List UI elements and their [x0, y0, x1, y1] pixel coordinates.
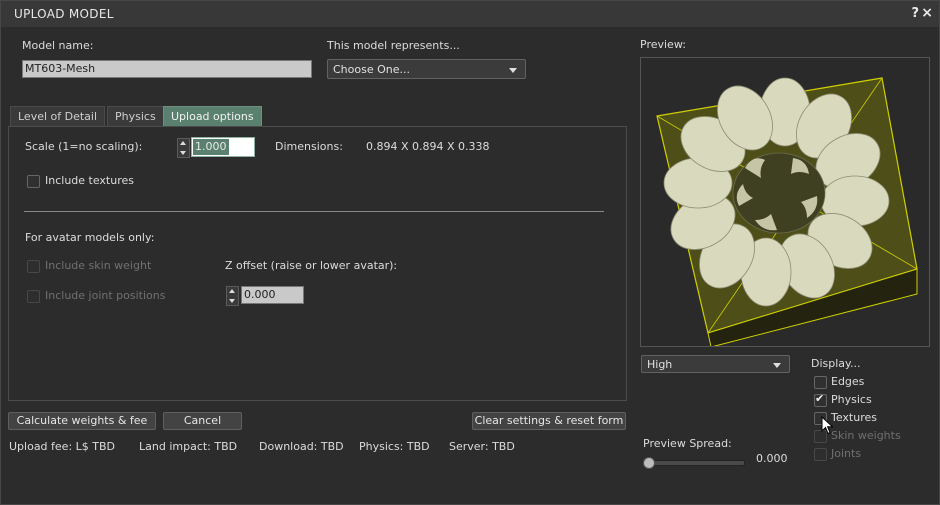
upload-fee-text: Upload fee: L$ TBD	[9, 440, 116, 453]
include-skin-weight-checkbox[interactable]	[27, 260, 40, 273]
edges-label: Edges	[831, 375, 865, 388]
window-title: UPLOAD MODEL	[14, 7, 114, 21]
include-textures-checkbox[interactable]	[27, 175, 40, 188]
spin-down-icon	[180, 151, 186, 155]
physics-cost-text: Physics: TBD	[359, 440, 430, 453]
preview-spread-track[interactable]	[647, 460, 745, 466]
tab-level-of-detail[interactable]: Level of Detail	[10, 106, 106, 126]
mouse-cursor-icon	[821, 416, 834, 435]
include-skin-weight-label: Include skin weight	[45, 259, 152, 272]
scale-input[interactable]: 1.000	[191, 137, 255, 157]
z-offset-label: Z offset (raise or lower avatar):	[225, 259, 398, 272]
lod-dropdown[interactable]: High	[641, 355, 790, 373]
represents-dropdown[interactable]: Choose One...	[327, 59, 526, 79]
spin-up-icon	[229, 289, 235, 293]
download-text: Download: TBD	[259, 440, 344, 453]
cancel-button[interactable]: Cancel	[163, 412, 242, 430]
include-joint-positions-label: Include joint positions	[45, 289, 166, 302]
textures-label: Textures	[831, 411, 877, 424]
include-textures-label: Include textures	[45, 174, 134, 187]
represents-label: This model represents...	[327, 39, 460, 52]
scale-value: 1.000	[193, 139, 229, 155]
scale-spinner[interactable]	[177, 138, 190, 158]
tab-physics[interactable]: Physics	[107, 106, 164, 126]
title-bar[interactable]: UPLOAD MODEL ? ×	[1, 1, 939, 27]
land-impact-text: Land impact: TBD	[139, 440, 238, 453]
skin-weights-label: Skin weights	[831, 429, 901, 442]
help-button[interactable]: ?	[911, 6, 919, 21]
dimensions-label: Dimensions:	[275, 140, 343, 153]
joints-label: Joints	[831, 447, 862, 460]
upload-model-window: UPLOAD MODEL ? × Model name: MT603-Mesh …	[0, 0, 940, 505]
chevron-down-icon	[773, 363, 781, 368]
tab-upload-options[interactable]: Upload options	[163, 106, 262, 126]
preview-spread-label: Preview Spread:	[643, 437, 732, 450]
display-label: Display...	[811, 357, 861, 370]
clear-settings-button[interactable]: Clear settings & reset form	[472, 412, 626, 430]
edges-checkbox[interactable]	[814, 376, 827, 389]
spin-up-icon	[180, 141, 186, 145]
represents-selected: Choose One...	[333, 63, 410, 76]
lod-selected: High	[647, 358, 673, 371]
avatar-section-header: For avatar models only:	[25, 231, 155, 244]
model-name-label: Model name:	[22, 39, 94, 52]
preview-label: Preview:	[640, 38, 686, 51]
preview-viewport[interactable]	[640, 57, 930, 347]
z-offset-spinner[interactable]	[226, 286, 239, 306]
preview-spread-knob[interactable]	[643, 457, 655, 469]
physics-checkbox[interactable]	[814, 392, 827, 407]
section-divider	[24, 211, 604, 212]
chevron-down-icon	[509, 68, 517, 73]
preview-spread-value: 0.000	[756, 452, 788, 465]
model-name-input[interactable]: MT603-Mesh	[22, 60, 312, 78]
dimensions-value: 0.894 X 0.894 X 0.338	[366, 140, 490, 153]
physics-label: Physics	[831, 393, 872, 406]
joints-checkbox[interactable]	[814, 448, 827, 461]
mesh-preview-image	[656, 77, 918, 346]
server-cost-text: Server: TBD	[449, 440, 515, 453]
calculate-weights-button[interactable]: Calculate weights & fee	[8, 412, 156, 430]
include-joint-positions-checkbox[interactable]	[27, 290, 40, 303]
spin-down-icon	[229, 299, 235, 303]
z-offset-input[interactable]: 0.000	[241, 286, 304, 304]
scale-label: Scale (1=no scaling):	[25, 140, 143, 153]
close-button[interactable]: ×	[921, 5, 933, 21]
